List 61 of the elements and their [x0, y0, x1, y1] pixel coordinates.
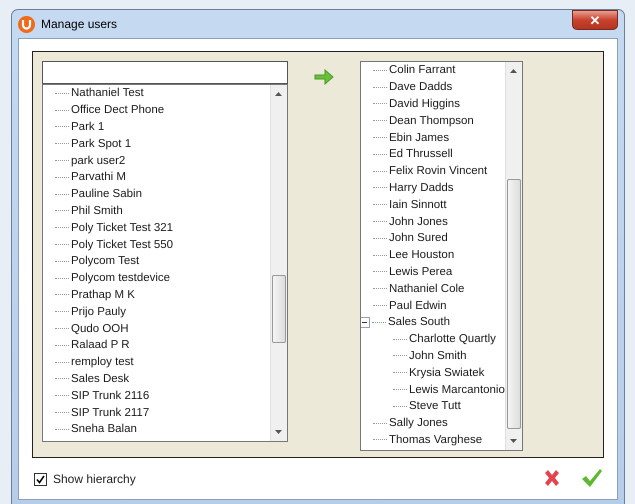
tree-item[interactable]: Nathaniel Test — [71, 86, 144, 100]
tree-item[interactable]: remploy test — [71, 355, 134, 370]
right-arrow-icon[interactable] — [314, 69, 334, 85]
tree-item[interactable]: Charlotte Quartly — [409, 332, 496, 346]
tree-item[interactable]: Sneha Balan — [71, 422, 137, 436]
tree-item[interactable]: Poly Ticket Test 321 — [71, 220, 174, 235]
tree-item[interactable]: Park Spot 1 — [71, 136, 132, 151]
app-logo-icon — [18, 16, 35, 32]
tree-item[interactable]: Lee Houston — [389, 248, 454, 262]
scroll-up-icon[interactable] — [510, 69, 517, 73]
scroll-down-icon[interactable] — [275, 430, 282, 434]
tree-item[interactable]: Colin Farrant — [389, 63, 456, 78]
scroll-up-icon[interactable] — [275, 92, 282, 96]
tree-item[interactable]: Prathap M K — [71, 288, 135, 302]
tree-item[interactable]: Dean Thompson — [389, 114, 474, 128]
tree-item[interactable]: SIP Trunk 2117 — [71, 406, 150, 420]
tree-item[interactable]: Polycom testdevice — [71, 271, 170, 286]
tree-item[interactable]: Poly Ticket Test 550 — [71, 238, 174, 252]
tree-item[interactable]: John Sured — [389, 231, 448, 246]
tree-item[interactable]: Ebin James — [389, 130, 450, 145]
tree-item[interactable]: Lewis Perea — [389, 264, 452, 279]
tree-item[interactable]: Sales South — [388, 315, 450, 330]
scroll-down-icon[interactable] — [510, 439, 517, 443]
tree-item[interactable]: Sales Desk — [71, 372, 130, 386]
tree-item[interactable]: park user2 — [71, 154, 126, 168]
tree-item[interactable]: Qudo OOH — [71, 322, 129, 336]
collapse-toggle[interactable] — [361, 316, 370, 328]
tree-item[interactable]: Sally Jones — [389, 416, 448, 430]
tree-item[interactable]: Steve Tutt — [409, 399, 461, 414]
tree-item[interactable]: Felix Rovin Vincent — [389, 164, 488, 178]
window-title: Manage users — [41, 17, 118, 31]
tree-item[interactable]: Pauline Sabin — [71, 187, 142, 202]
tree-item[interactable]: Ralaad P R — [71, 338, 130, 352]
tree-item[interactable]: Paul Edwin — [389, 298, 447, 313]
tree-item[interactable]: Office Dect Phone — [71, 103, 164, 118]
tree-item[interactable]: Polycom Test — [71, 254, 140, 268]
tree-item[interactable]: Iain Sinnott — [389, 198, 447, 212]
minus-icon — [362, 320, 367, 325]
tree-item[interactable]: Park 1 — [71, 120, 104, 134]
tree-item[interactable]: Ed Thrussell — [389, 147, 453, 162]
tree-item[interactable]: Thomas Varghese — [389, 432, 482, 447]
tree-item[interactable]: Parvathi M — [71, 170, 126, 184]
checkbox[interactable] — [34, 472, 47, 486]
tree-item[interactable]: John Jones — [389, 214, 448, 229]
scroll-thumb[interactable] — [506, 179, 521, 429]
tree-item[interactable]: Dave Dadds — [389, 80, 452, 94]
tree-item[interactable]: SIP Trunk 2116 — [71, 388, 150, 403]
close-button[interactable]: ✕ — [572, 10, 618, 30]
tree-item[interactable]: David Higgins — [389, 96, 460, 111]
tree-item[interactable]: John Smith — [409, 348, 467, 363]
checkbox-label: Show hierarchy — [53, 472, 137, 486]
scrollbar[interactable] — [270, 85, 287, 441]
scroll-thumb[interactable] — [272, 275, 286, 343]
tree-item[interactable]: Prijo Pauly — [71, 304, 126, 319]
scrollbar[interactable] — [504, 62, 522, 450]
tree-item[interactable]: Krysia Swiatek — [409, 366, 484, 380]
search-field[interactable] — [42, 61, 288, 84]
tree-item[interactable]: Nathaniel Cole — [389, 282, 464, 296]
tree-item[interactable]: Phil Smith — [71, 204, 123, 218]
tree-item[interactable]: Lewis Marcantonio — [409, 382, 505, 397]
tree-item[interactable]: Harry Dadds — [389, 180, 454, 195]
